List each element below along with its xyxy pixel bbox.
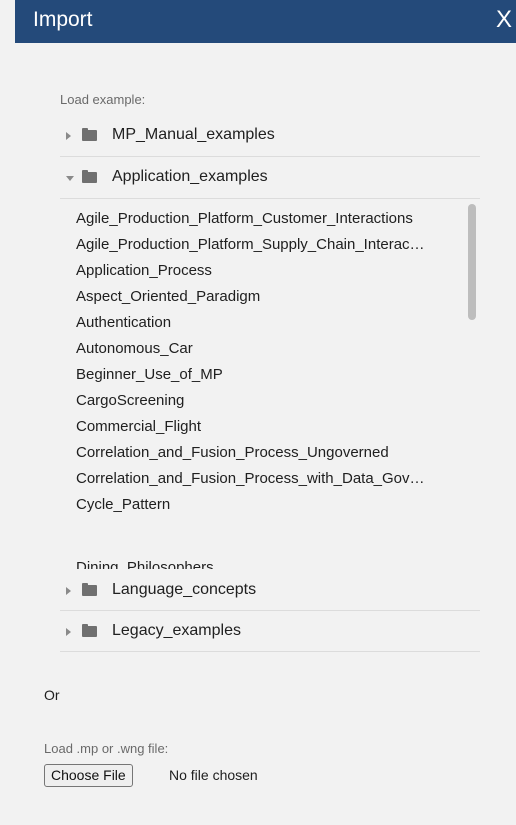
divider bbox=[60, 651, 480, 652]
folder-icon bbox=[82, 583, 97, 596]
chevron-right-icon[interactable] bbox=[66, 587, 71, 595]
list-item[interactable]: Authentication bbox=[76, 314, 462, 331]
chevron-down-icon[interactable] bbox=[66, 176, 74, 181]
list-item[interactable]: Aspect_Oriented_Paradigm bbox=[76, 288, 462, 305]
list-item[interactable]: Agile_Production_Platform_Supply_Chain_I… bbox=[76, 236, 462, 253]
folder-application-examples[interactable]: Application_examples bbox=[60, 158, 480, 198]
list-item[interactable]: Correlation_and_Fusion_Process_Ungoverne… bbox=[76, 444, 462, 461]
folder-name: Legacy_examples bbox=[112, 622, 241, 639]
dialog-title: Import bbox=[33, 8, 93, 31]
folder-icon bbox=[82, 624, 97, 637]
file-load-label: Load .mp or .wng file: bbox=[44, 741, 169, 756]
list-item[interactable]: CargoScreening bbox=[76, 392, 462, 409]
folder-name: Language_concepts bbox=[112, 581, 257, 598]
application-examples-list[interactable]: Agile_Production_Platform_Customer_Inter… bbox=[60, 200, 480, 569]
folder-legacy-examples[interactable]: Legacy_examples bbox=[60, 612, 480, 652]
or-label: Or bbox=[44, 687, 60, 703]
file-status: No file chosen bbox=[169, 767, 258, 783]
folder-icon bbox=[82, 170, 97, 183]
list-item[interactable]: Commercial_Flight bbox=[76, 418, 462, 435]
list-item[interactable]: Dining_Philosophers bbox=[76, 559, 462, 569]
folder-mp-manual-examples[interactable]: MP_Manual_examples bbox=[60, 116, 480, 156]
close-icon[interactable]: X bbox=[496, 5, 516, 35]
folder-name: MP_Manual_examples bbox=[112, 126, 275, 143]
list-item[interactable]: Agile_Production_Platform_Customer_Inter… bbox=[76, 210, 462, 227]
list-item[interactable]: Cycle_Pattern bbox=[76, 496, 462, 513]
list-item[interactable]: Beginner_Use_of_MP bbox=[76, 366, 462, 383]
list-scrollbar[interactable] bbox=[468, 204, 476, 320]
folder-icon bbox=[82, 128, 97, 141]
choose-file-button[interactable]: Choose File bbox=[44, 764, 133, 787]
folder-language-concepts[interactable]: Language_concepts bbox=[60, 571, 480, 611]
divider bbox=[60, 198, 480, 199]
folder-name: Application_examples bbox=[112, 168, 268, 185]
dialog-title-bar: Import X bbox=[15, 0, 516, 43]
chevron-right-icon[interactable] bbox=[66, 628, 71, 636]
list-item[interactable]: Autonomous_Car bbox=[76, 340, 462, 357]
import-dialog: Import X Load example: MP_Manual_example… bbox=[0, 0, 516, 825]
chevron-right-icon[interactable] bbox=[66, 132, 71, 140]
list-item[interactable]: Application_Process bbox=[76, 262, 462, 279]
load-example-label: Load example: bbox=[60, 92, 146, 107]
list-item[interactable]: Correlation_and_Fusion_Process_with_Data… bbox=[76, 470, 462, 487]
divider bbox=[60, 156, 480, 157]
divider bbox=[60, 610, 480, 611]
